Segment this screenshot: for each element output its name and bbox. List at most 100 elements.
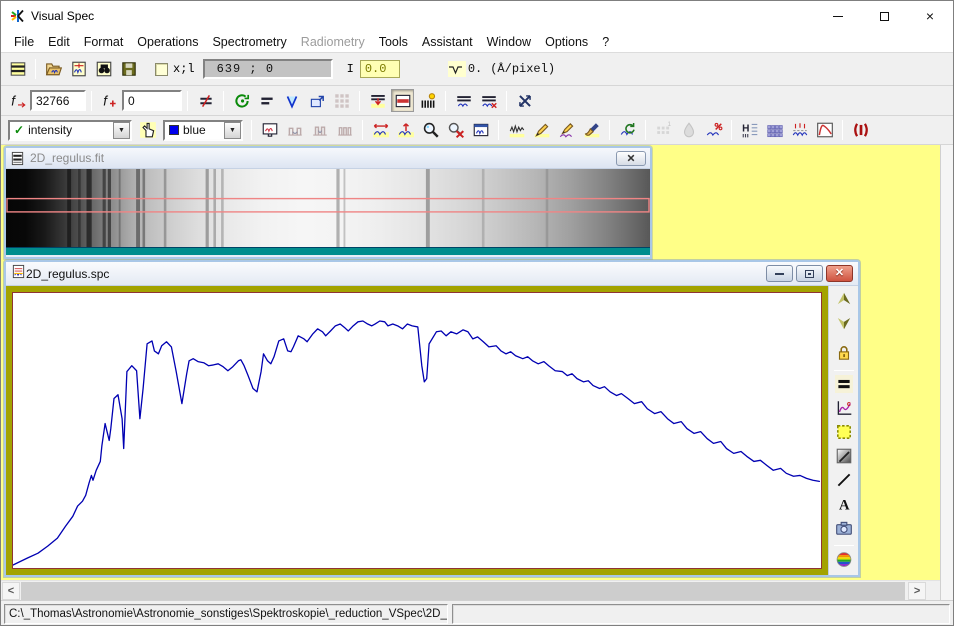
- minimize-button[interactable]: [815, 1, 861, 31]
- menu-edit[interactable]: Edit: [41, 32, 77, 52]
- brush-clean-button[interactable]: [580, 119, 603, 142]
- menu-format[interactable]: Format: [77, 32, 131, 52]
- svg-text:H: H: [742, 124, 749, 135]
- spec-noise-button[interactable]: [505, 119, 528, 142]
- text-tool-button[interactable]: A: [832, 495, 855, 517]
- horizontal-scrollbar[interactable]: < >: [1, 580, 940, 600]
- binoculars-search-button[interactable]: [92, 58, 115, 81]
- spec-window-button[interactable]: [469, 119, 492, 142]
- text-tool-icon: A: [835, 495, 853, 518]
- menu-file[interactable]: File: [7, 32, 41, 52]
- spec-scale-button[interactable]: [394, 119, 417, 142]
- camera-button[interactable]: [832, 519, 855, 541]
- fit-close-button[interactable]: [616, 151, 646, 166]
- svg-text:f: f: [11, 93, 16, 108]
- maximize-button[interactable]: [861, 1, 907, 31]
- band-select-button[interactable]: [391, 89, 414, 112]
- nav-down-button[interactable]: [832, 314, 855, 336]
- dashed-square-button[interactable]: [832, 423, 855, 445]
- spec-shift-button[interactable]: [369, 119, 392, 142]
- series-combobox-value: intensity: [28, 123, 113, 137]
- transfer-box-button[interactable]: [305, 89, 328, 112]
- menu-assistant[interactable]: Assistant: [415, 32, 480, 52]
- bin-zone-1-button: [283, 119, 306, 142]
- align-lines-button[interactable]: [255, 89, 278, 112]
- toolbar-display: ✓ intensity ▼ blue ▼ 1 H: [1, 116, 953, 145]
- line-tool-button[interactable]: [832, 471, 855, 493]
- chevron-down-icon[interactable]: ▼: [113, 122, 130, 139]
- spc-close-button[interactable]: ✕: [826, 265, 853, 282]
- save-floppy-button[interactable]: [117, 58, 140, 81]
- close-button[interactable]: ×: [907, 1, 953, 31]
- not-equal-lines-button[interactable]: [194, 89, 217, 112]
- hand-pointer-button[interactable]: [136, 119, 159, 142]
- grid-one-button: 1: [652, 119, 675, 142]
- fit-window-titlebar[interactable]: 2D_regulus.fit: [6, 148, 650, 169]
- fn-plus-button[interactable]: f: [98, 89, 121, 112]
- chevron-down-icon[interactable]: ▼: [224, 122, 241, 139]
- pencil-edit-button[interactable]: [530, 119, 553, 142]
- menu-spectrometry[interactable]: Spectrometry: [205, 32, 293, 52]
- rainbow-button[interactable]: [832, 550, 855, 572]
- series-card-button[interactable]: [6, 58, 29, 81]
- spectrum-plot[interactable]: [12, 292, 822, 569]
- screen-spectrum-button[interactable]: [258, 119, 281, 142]
- app-titlebar[interactable]: Visual Spec ×: [1, 1, 953, 31]
- lock-button[interactable]: [832, 344, 855, 366]
- dashed-square-icon: [835, 423, 853, 446]
- equals-button[interactable]: [832, 375, 855, 397]
- scroll-right-button[interactable]: >: [908, 582, 926, 600]
- zoom-in-button[interactable]: [419, 119, 442, 142]
- spec-percent-button[interactable]: [702, 119, 725, 142]
- pencil-sample-button[interactable]: [555, 119, 578, 142]
- menu-operations[interactable]: Operations: [130, 32, 205, 52]
- double-line-spec-icon: [455, 92, 473, 110]
- image-document-icon: [10, 151, 25, 166]
- rotate-green-button[interactable]: [230, 89, 253, 112]
- brush-clean-icon: [583, 121, 601, 139]
- menu-options[interactable]: Options: [538, 32, 595, 52]
- double-line-spec-button[interactable]: [452, 89, 475, 112]
- series-combobox[interactable]: ✓ intensity ▼: [8, 120, 132, 141]
- droplet-icon: [680, 121, 698, 139]
- menu-tools[interactable]: Tools: [372, 32, 415, 52]
- bin-zone-1-icon: [286, 121, 304, 139]
- spc-minimize-button[interactable]: [766, 265, 793, 282]
- toolbar-separator: [35, 59, 36, 79]
- dispersion-unit: (Å/pixel): [490, 62, 555, 76]
- bin-zone-2-icon: [311, 121, 329, 139]
- coord-mode-checkbox[interactable]: [155, 63, 168, 76]
- zoom-reset-button[interactable]: [444, 119, 467, 142]
- spec-undo-button[interactable]: [616, 119, 639, 142]
- file-spectrum-button[interactable]: [67, 58, 90, 81]
- menu-?[interactable]: ?: [595, 32, 616, 52]
- periodic-table-button[interactable]: [763, 119, 786, 142]
- open-file-button[interactable]: [42, 58, 65, 81]
- color-combobox[interactable]: blue ▼: [163, 120, 243, 141]
- spc-window-titlebar[interactable]: 2D_regulus.spc ✕: [6, 262, 858, 286]
- reference-max-input[interactable]: [30, 90, 86, 111]
- planck-curve-button[interactable]: [813, 119, 836, 142]
- profile-extract-button[interactable]: [366, 89, 389, 112]
- check-v-button[interactable]: [280, 89, 303, 112]
- nav-up-button[interactable]: [832, 290, 855, 312]
- chart-c-button[interactable]: c: [832, 399, 855, 421]
- cross-arrows-button[interactable]: [513, 89, 536, 112]
- spec-ticks-button[interactable]: [788, 119, 811, 142]
- barcode-intensity-button[interactable]: [416, 89, 439, 112]
- gong-button[interactable]: [849, 119, 872, 142]
- toolbar-file: x;l 639 ; 0 I 0.0 0. (Å/pixel): [1, 53, 953, 86]
- fn-arrow-button[interactable]: f: [6, 89, 29, 112]
- gradient-edit-button[interactable]: [832, 447, 855, 469]
- scroll-left-button[interactable]: <: [2, 582, 20, 600]
- scrollbar-thumb[interactable]: [21, 582, 905, 600]
- double-line-spec-x-button[interactable]: [477, 89, 500, 112]
- menu-window[interactable]: Window: [480, 32, 538, 52]
- fit-strip-image[interactable]: [6, 169, 650, 255]
- element-lines-button[interactable]: H: [738, 119, 761, 142]
- menu-radiometry: Radiometry: [294, 32, 372, 52]
- vertical-scroll-gutter[interactable]: [940, 145, 953, 600]
- spec-scale-icon: [397, 121, 415, 139]
- spc-restore-button[interactable]: [796, 265, 823, 282]
- reference-zero-input[interactable]: [122, 90, 182, 111]
